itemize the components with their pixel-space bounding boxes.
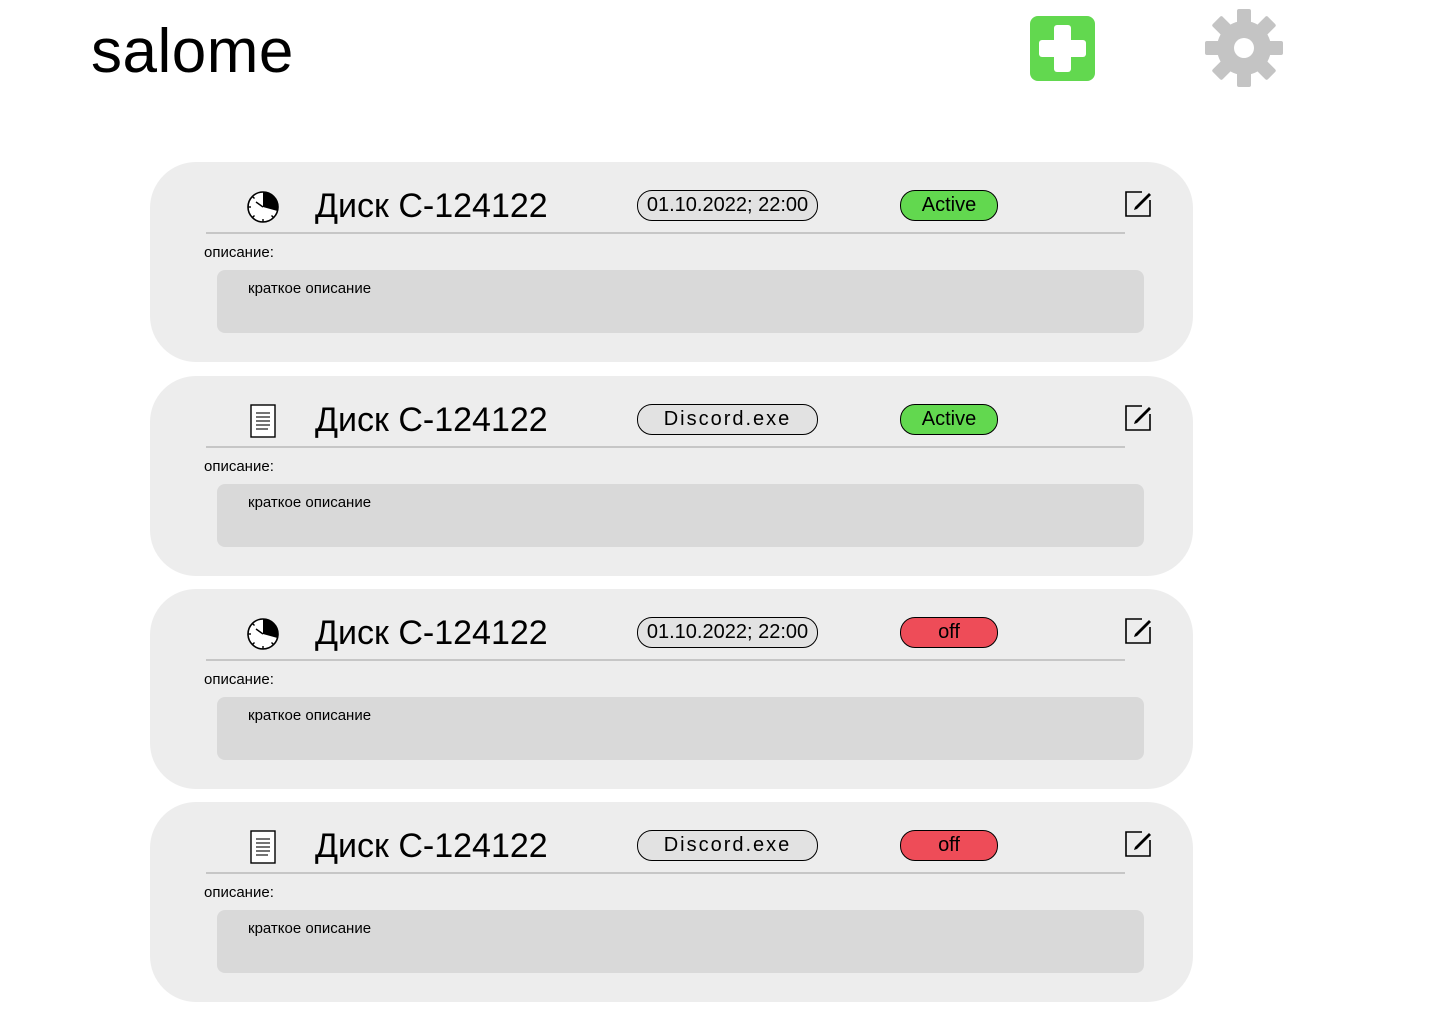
status-toggle[interactable]: off [900, 830, 998, 861]
trigger-time-badge: 01.10.2022; 22:00 [637, 617, 818, 648]
edit-icon[interactable] [1125, 404, 1152, 431]
description-box: краткое описание [217, 270, 1144, 333]
page: salome Диск C-124122 01.10.2022; 22:00 A… [0, 0, 1440, 1024]
status-toggle[interactable]: off [900, 617, 998, 648]
trigger-file-badge: Discord.exe [637, 830, 818, 861]
description-box: краткое описание [217, 484, 1144, 547]
description-label: описание: [204, 244, 274, 261]
status-toggle[interactable]: Active [900, 190, 998, 221]
edit-icon[interactable] [1125, 830, 1152, 857]
task-card: Диск C-124122 Discord.exe off описание: … [150, 802, 1193, 1002]
description-label: описание: [204, 458, 274, 475]
add-task-button[interactable] [1030, 16, 1095, 81]
app-title: salome [91, 17, 294, 86]
trigger-time-badge: 01.10.2022; 22:00 [637, 190, 818, 221]
task-card: Диск C-124122 01.10.2022; 22:00 off опис… [150, 589, 1193, 789]
document-icon [250, 830, 276, 864]
document-icon [250, 404, 276, 438]
settings-button[interactable] [1205, 9, 1283, 87]
card-divider [206, 446, 1125, 448]
plus-icon-bar [1039, 40, 1086, 57]
description-box: краткое описание [217, 697, 1144, 760]
task-card: Диск C-124122 Discord.exe Active описани… [150, 376, 1193, 576]
gear-icon [1205, 9, 1283, 87]
trigger-file-badge: Discord.exe [637, 404, 818, 435]
task-card: Диск C-124122 01.10.2022; 22:00 Active о… [150, 162, 1193, 362]
edit-icon[interactable] [1125, 617, 1152, 644]
card-divider [206, 659, 1125, 661]
description-text: краткое описание [248, 280, 372, 297]
card-divider [206, 872, 1125, 874]
task-title: Диск C-124122 [315, 401, 548, 439]
clock-icon [247, 618, 279, 650]
task-title: Диск C-124122 [315, 187, 548, 225]
description-label: описание: [204, 884, 274, 901]
task-title: Диск C-124122 [315, 827, 548, 865]
description-box: краткое описание [217, 910, 1144, 973]
edit-icon[interactable] [1125, 190, 1152, 217]
description-text: краткое описание [248, 920, 372, 937]
card-divider [206, 232, 1125, 234]
status-toggle[interactable]: Active [900, 404, 998, 435]
task-title: Диск C-124122 [315, 614, 548, 652]
description-label: описание: [204, 671, 274, 688]
clock-icon [247, 191, 279, 223]
description-text: краткое описание [248, 494, 372, 511]
description-text: краткое описание [248, 707, 372, 724]
